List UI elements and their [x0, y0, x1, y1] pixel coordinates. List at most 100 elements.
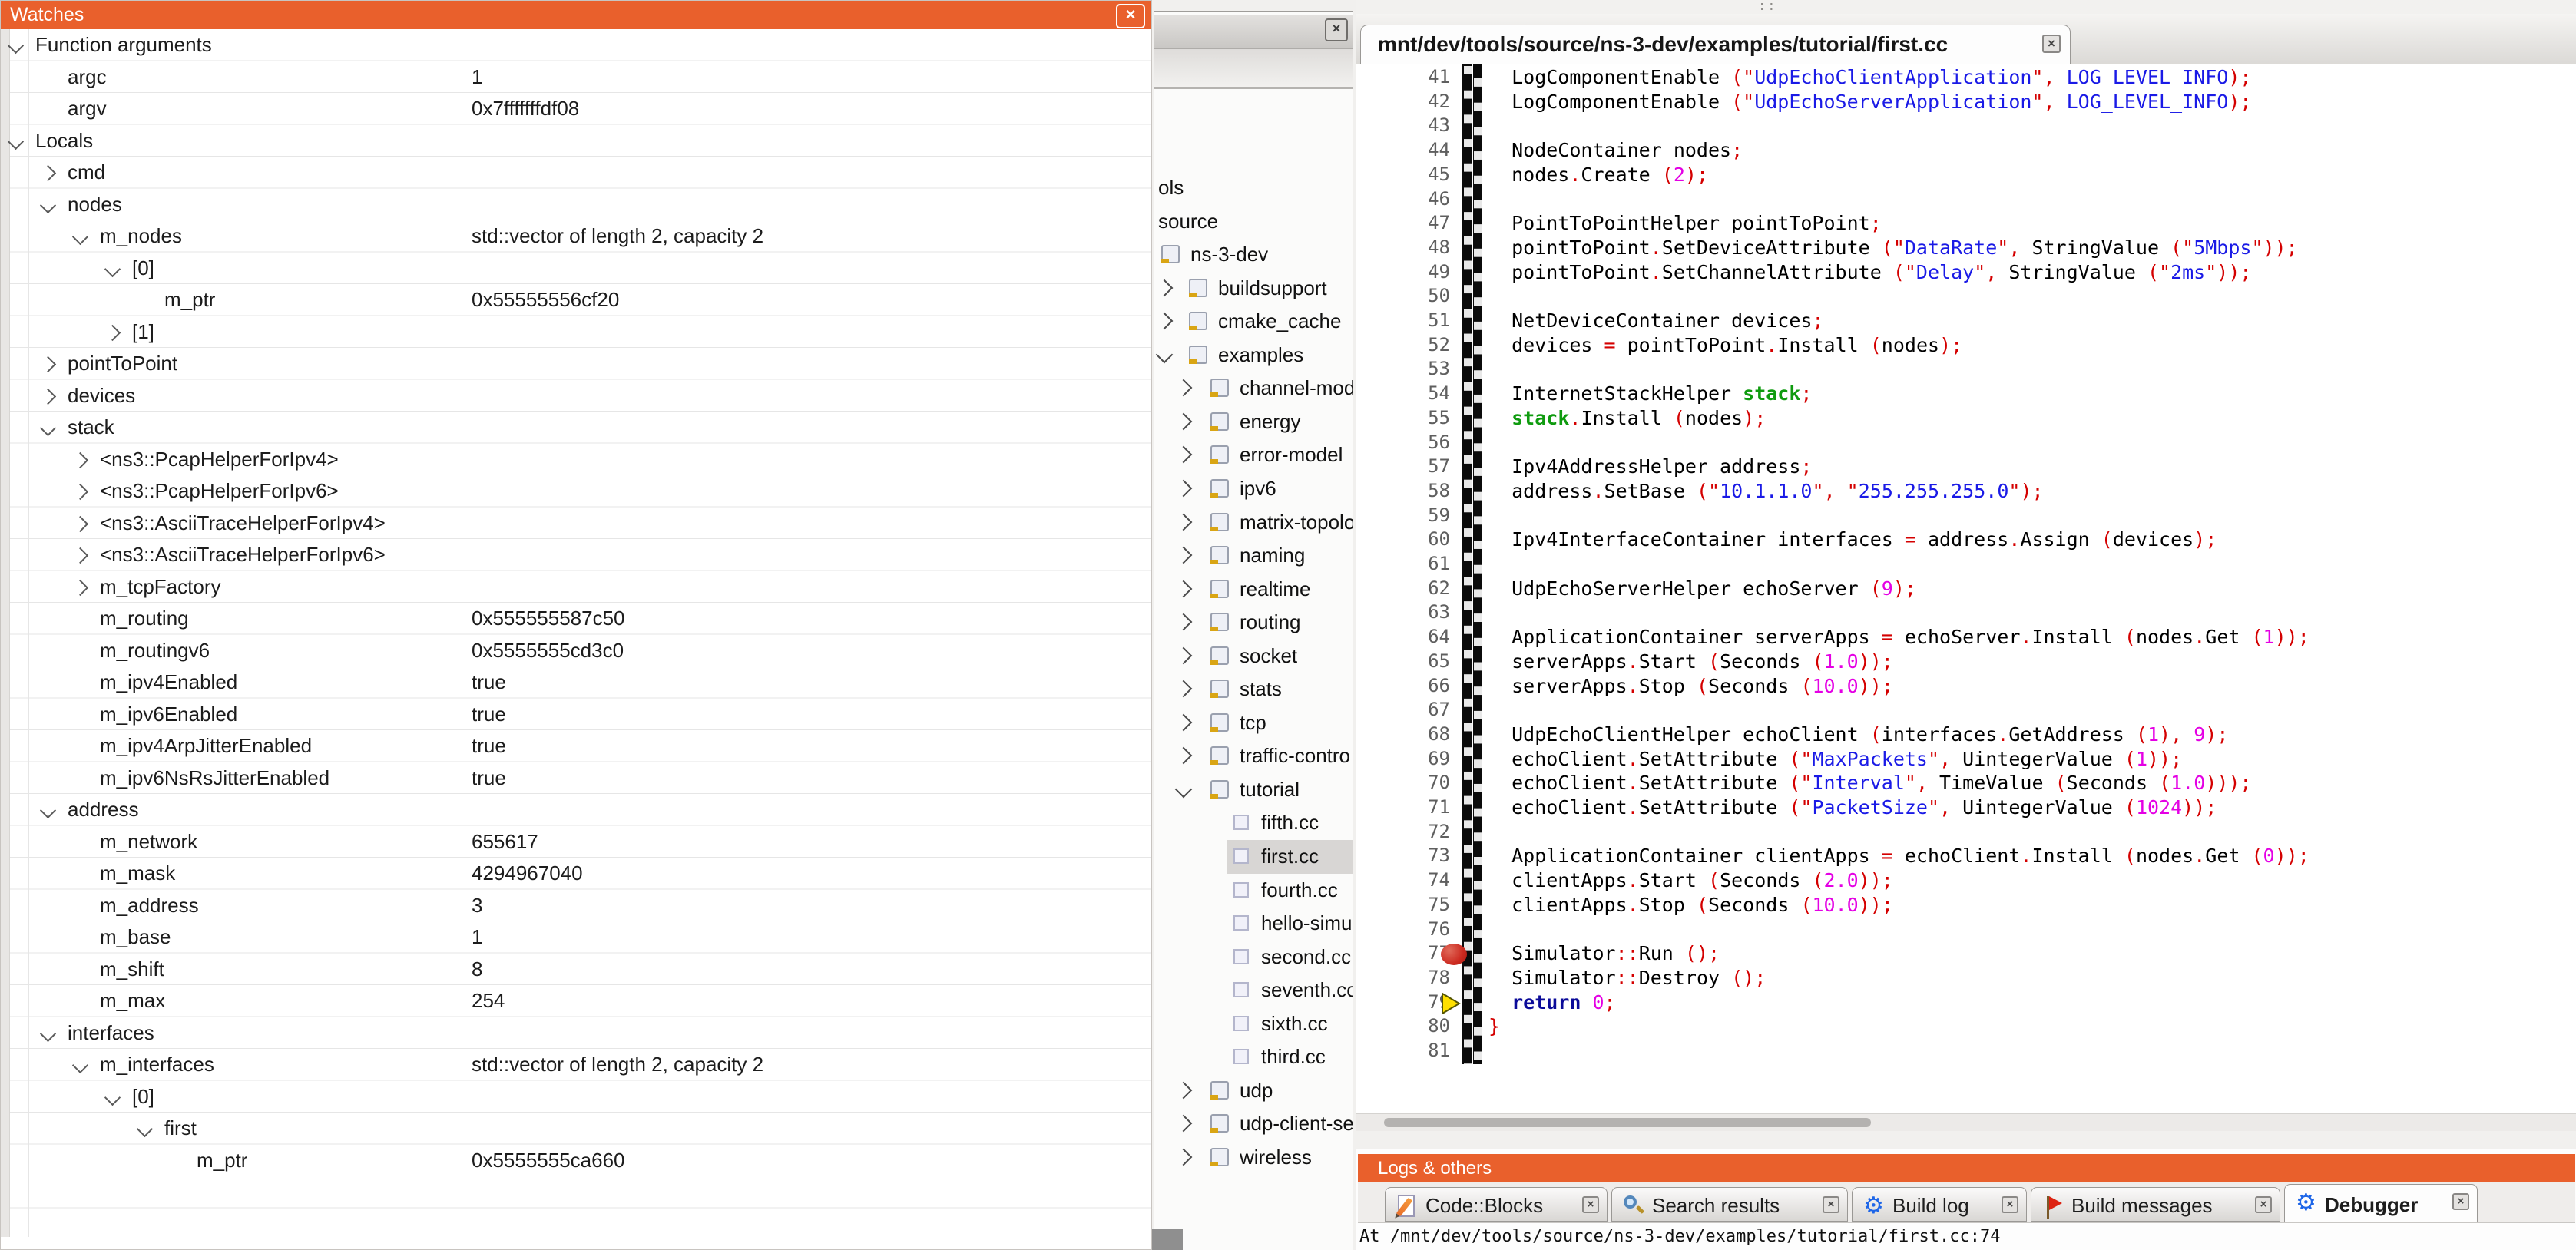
tree-item-channel-mod[interactable]: channel-mod [1154, 372, 1353, 405]
chevron-right-icon[interactable] [40, 388, 56, 404]
chevron-right-icon[interactable] [1175, 580, 1193, 597]
tree-item-source[interactable]: source [1154, 205, 1353, 239]
chevron-right-icon[interactable] [1175, 747, 1193, 765]
editor-horizontal-scrollbar[interactable] [1356, 1113, 2576, 1131]
line-number[interactable]: 73 [1356, 845, 1450, 869]
close-icon[interactable]: × [2042, 35, 2061, 53]
code-line[interactable]: ApplicationContainer clientApps = echoCl… [1488, 845, 2309, 869]
line-number[interactable]: 72 [1356, 821, 1450, 845]
line-number[interactable]: 79 [1356, 991, 1450, 1016]
line-number[interactable]: 55 [1356, 407, 1450, 432]
line-number[interactable]: 76 [1356, 918, 1450, 943]
tree-item-error-model[interactable]: error-model [1154, 438, 1353, 472]
chevron-right-icon[interactable] [40, 165, 56, 181]
watches-titlebar[interactable]: Watches [1, 1, 1151, 29]
watch-row[interactable]: [1] [1, 317, 1151, 349]
line-number[interactable]: 62 [1356, 577, 1450, 602]
watch-row[interactable]: devices [1, 381, 1151, 413]
tree-item-udp[interactable]: udp [1154, 1074, 1353, 1108]
code-line[interactable]: Ipv4InterfaceContainer interfaces = addr… [1488, 528, 2217, 553]
logs-tab-build-messages[interactable]: Build messages× [2031, 1187, 2280, 1222]
line-number[interactable]: 71 [1356, 796, 1450, 821]
close-icon[interactable]: × [1823, 1196, 1839, 1213]
code-line[interactable]: PointToPointHelper pointToPoint; [1488, 212, 1882, 236]
tree-item-buildsupport[interactable]: buildsupport [1154, 272, 1353, 306]
breakpoint-icon[interactable] [1441, 944, 1467, 965]
line-number[interactable]: 74 [1356, 869, 1450, 894]
code-line[interactable]: LogComponentEnable ("UdpEchoServerApplic… [1488, 91, 2251, 115]
line-number[interactable]: 80 [1356, 1015, 1450, 1040]
watch-row[interactable]: m_routing0x555555587c50 [1, 604, 1151, 636]
code-line[interactable]: InternetStackHelper stack; [1488, 382, 1812, 407]
code-line[interactable]: echoClient.SetAttribute ("MaxPackets", U… [1488, 748, 2182, 772]
chevron-right-icon[interactable] [72, 515, 88, 531]
chevron-right-icon[interactable] [1175, 1082, 1193, 1100]
chevron-down-icon[interactable] [40, 1025, 56, 1041]
chevron-down-icon[interactable] [40, 802, 56, 818]
watch-row[interactable]: <ns3::PcapHelperForIpv6> [1, 476, 1151, 508]
chevron-right-icon[interactable] [1175, 646, 1193, 664]
code-line[interactable]: NodeContainer nodes; [1488, 139, 1743, 164]
tree-item-examples[interactable]: examples [1154, 339, 1353, 372]
tree-item-traffic-contro[interactable]: traffic-contro [1154, 739, 1353, 773]
close-icon[interactable]: × [1116, 4, 1145, 28]
chevron-right-icon[interactable] [1175, 480, 1193, 498]
tree-item-fourth-cc[interactable]: fourth.cc [1154, 874, 1353, 908]
close-icon[interactable]: × [2002, 1196, 2018, 1213]
line-number[interactable]: 59 [1356, 504, 1450, 529]
chevron-right-icon[interactable] [104, 324, 121, 340]
line-number[interactable]: 60 [1356, 528, 1450, 553]
watch-row[interactable]: m_network655617 [1, 827, 1151, 859]
code-line[interactable]: nodes.Create (2); [1488, 164, 1708, 188]
watch-row[interactable]: argv0x7fffffffdf08 [1, 94, 1151, 126]
chevron-right-icon[interactable] [1175, 613, 1193, 631]
scrollbar-thumb[interactable] [1384, 1118, 1871, 1127]
line-number[interactable]: 56 [1356, 432, 1450, 456]
chevron-down-icon[interactable] [40, 420, 56, 436]
code-line[interactable]: NetDeviceContainer devices; [1488, 309, 1824, 334]
chevron-right-icon[interactable] [1156, 279, 1174, 296]
code-line[interactable]: pointToPoint.SetDeviceAttribute ("DataRa… [1488, 236, 2298, 261]
tree-item-first-cc[interactable]: first.cc [1154, 840, 1353, 874]
code-line[interactable]: clientApps.Start (Seconds (2.0)); [1488, 869, 1893, 894]
logs-tab-code-blocks[interactable]: Code::Blocks× [1385, 1187, 1608, 1222]
chevron-right-icon[interactable] [40, 356, 56, 372]
project-tree-titlebar[interactable] [1154, 15, 1353, 49]
tree-item-tutorial[interactable]: tutorial [1154, 773, 1353, 807]
tree-item-fifth-cc[interactable]: fifth.cc [1154, 806, 1353, 840]
chevron-right-icon[interactable] [72, 547, 88, 564]
watch-row[interactable]: <ns3::PcapHelperForIpv4> [1, 445, 1151, 477]
code-line[interactable]: UdpEchoClientHelper echoClient (interfac… [1488, 723, 2228, 748]
watch-row[interactable]: m_tcpFactory [1, 572, 1151, 604]
line-number[interactable]: 68 [1356, 723, 1450, 748]
logs-tab-search-results[interactable]: Search results× [1611, 1187, 1848, 1222]
chevron-down-icon[interactable] [40, 197, 56, 213]
chevron-right-icon[interactable] [1175, 379, 1193, 397]
tree-item-hello-simul[interactable]: hello-simul [1154, 907, 1353, 941]
code-line[interactable]: serverApps.Start (Seconds (1.0)); [1488, 650, 1893, 675]
chevron-down-icon[interactable] [72, 1057, 88, 1073]
code-line[interactable]: return 0; [1488, 991, 1616, 1016]
code-line[interactable]: serverApps.Stop (Seconds (10.0)); [1488, 675, 1893, 699]
line-number[interactable]: 49 [1356, 261, 1450, 286]
line-number[interactable]: 77 [1356, 942, 1450, 967]
watch-row[interactable]: [0] [1, 1082, 1151, 1114]
code-line[interactable]: Ipv4AddressHelper address; [1488, 455, 1812, 480]
code-line[interactable]: stack.Install (nodes); [1488, 407, 1766, 432]
breakpoint-margin[interactable] [1462, 64, 1482, 1064]
watch-row[interactable]: interfaces [1, 1018, 1151, 1050]
chevron-down-icon[interactable] [8, 133, 24, 149]
code-line[interactable]: LogComponentEnable ("UdpEchoClientApplic… [1488, 66, 2251, 91]
tree-item-udp-client-se[interactable]: udp-client-se [1154, 1107, 1353, 1141]
tree-item-stats[interactable]: stats [1154, 673, 1353, 706]
splitter-gripper-icon[interactable]: :: [1758, 0, 1776, 14]
line-number[interactable]: 69 [1356, 748, 1450, 772]
chevron-right-icon[interactable] [1156, 312, 1174, 330]
watch-row[interactable]: m_max254 [1, 986, 1151, 1018]
watch-row[interactable]: m_ipv4Enabledtrue [1, 667, 1151, 699]
line-number[interactable]: 46 [1356, 188, 1450, 213]
tree-item-socket[interactable]: socket [1154, 640, 1353, 673]
line-number[interactable]: 67 [1356, 699, 1450, 723]
code-line[interactable]: pointToPoint.SetChannelAttribute ("Delay… [1488, 261, 2251, 286]
chevron-right-icon[interactable] [72, 451, 88, 468]
